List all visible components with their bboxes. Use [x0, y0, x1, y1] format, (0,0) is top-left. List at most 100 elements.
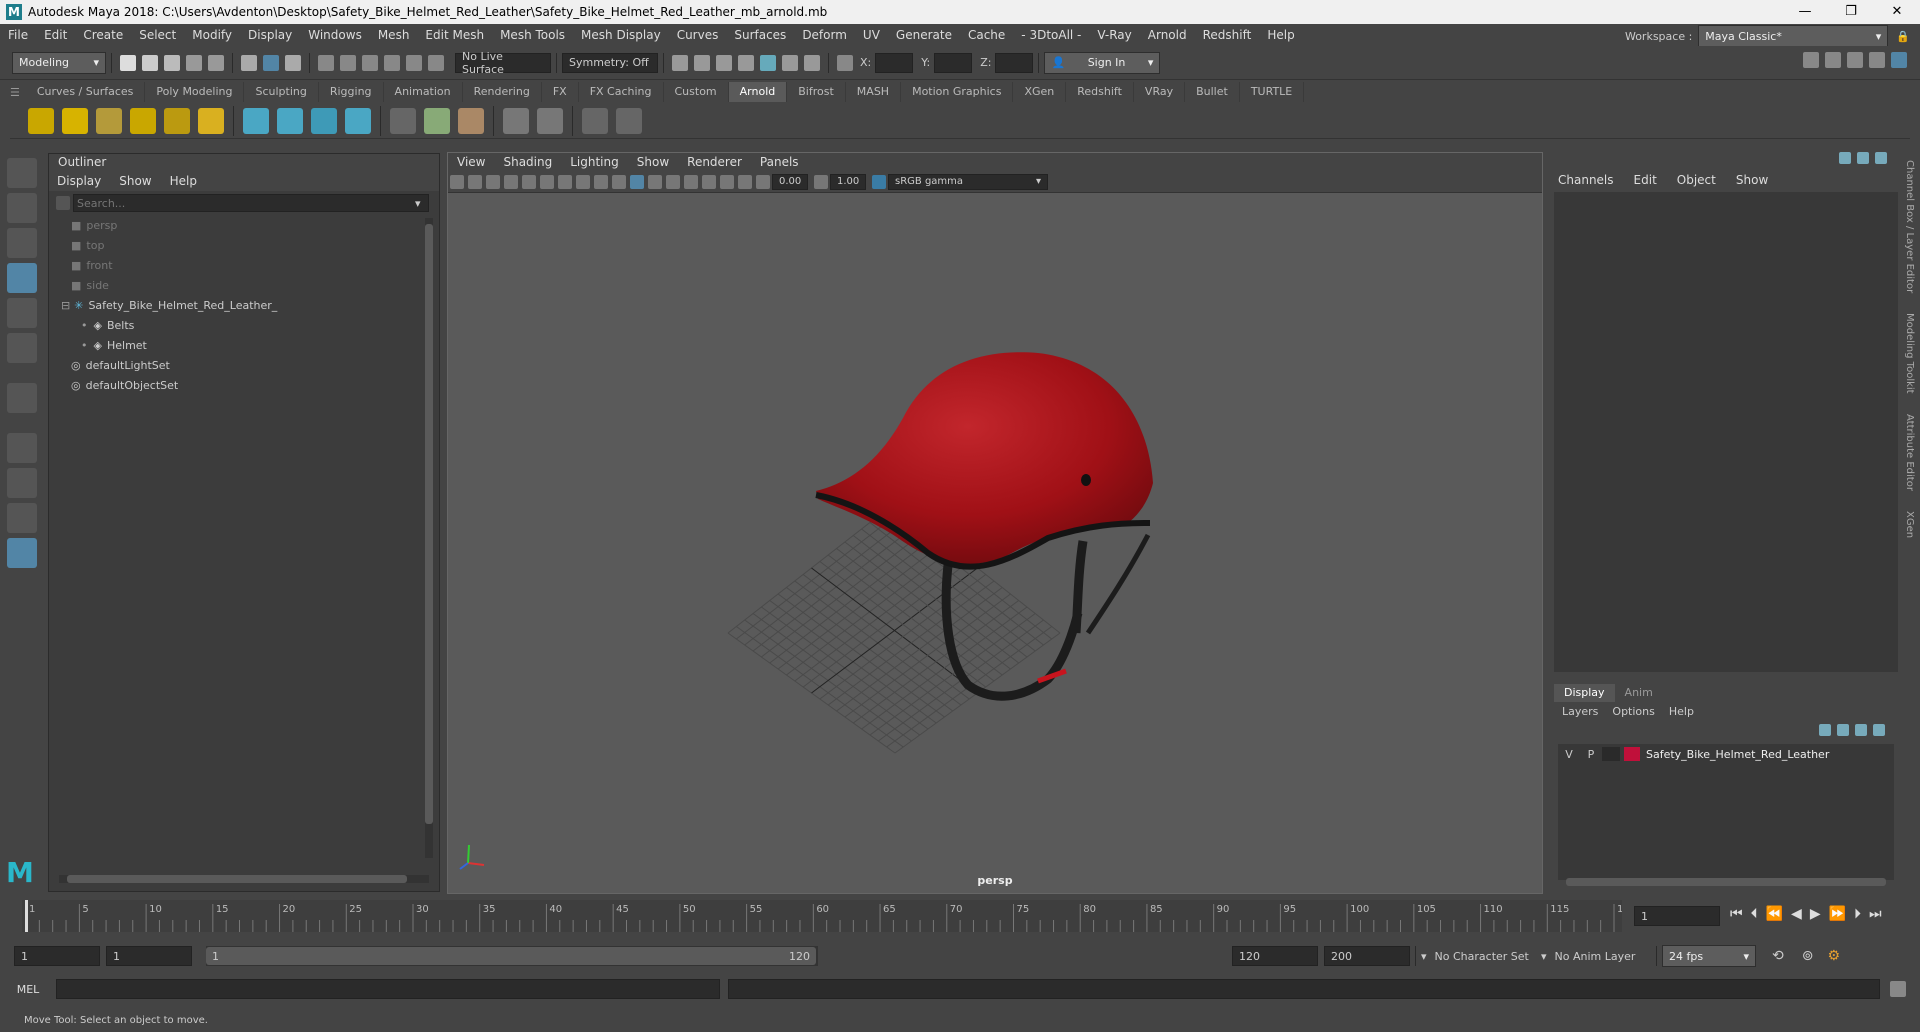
- safe-action-icon[interactable]: [594, 174, 608, 189]
- snap-point-icon[interactable]: [362, 54, 378, 71]
- hscrollbar-thumb[interactable]: [67, 875, 407, 883]
- last-tool-icon[interactable]: [7, 383, 37, 413]
- shelf-tab-poly-modeling[interactable]: Poly Modeling: [145, 82, 245, 102]
- snap-view-icon[interactable]: [384, 54, 400, 71]
- viewport-menu-panels[interactable]: Panels: [751, 155, 808, 169]
- pause-icon[interactable]: [804, 54, 820, 71]
- workspace-dropdown[interactable]: Maya Classic* ▾: [1698, 25, 1889, 47]
- go-to-end-icon[interactable]: ⏭: [1869, 906, 1882, 922]
- arnold-ipr-icon[interactable]: [503, 107, 529, 134]
- outliner-item[interactable]: • ◈ Belts: [49, 315, 439, 335]
- tool-settings-icon[interactable]: [1869, 52, 1885, 68]
- exposure-field[interactable]: 0.00: [772, 173, 808, 190]
- go-to-start-icon[interactable]: ⏮: [1730, 906, 1743, 922]
- rotate-tool-icon[interactable]: [7, 298, 37, 328]
- channel-box-menu-edit[interactable]: Edit: [1634, 173, 1657, 187]
- helmet-mesh[interactable]: [815, 352, 1153, 570]
- layer-visibility-toggle[interactable]: V: [1558, 748, 1580, 761]
- outliner-item[interactable]: ◎ defaultLightSet: [49, 355, 439, 375]
- loop-icon[interactable]: ⟲: [1772, 948, 1784, 964]
- menu-deform[interactable]: Deform: [794, 24, 855, 46]
- menu-v-ray[interactable]: V-Ray: [1089, 24, 1139, 46]
- menu-select[interactable]: Select: [131, 24, 184, 46]
- xray-icon[interactable]: [738, 174, 752, 189]
- lock-icon[interactable]: 🔒: [1896, 30, 1910, 43]
- render-sequence-icon[interactable]: [694, 54, 710, 71]
- image-plane-icon[interactable]: [522, 174, 536, 189]
- paint-select-tool-icon[interactable]: [7, 228, 37, 258]
- outliner-layout-icon[interactable]: [7, 538, 37, 568]
- resolution-gate-icon[interactable]: [576, 174, 590, 189]
- menu-file[interactable]: File: [0, 24, 36, 46]
- arnold-physical-sky-icon[interactable]: [198, 107, 224, 134]
- viewport-menu-view[interactable]: View: [448, 155, 494, 169]
- viewport-menu-show[interactable]: Show: [628, 155, 678, 169]
- playback-start-field[interactable]: 1: [106, 946, 192, 966]
- menu-curves[interactable]: Curves: [669, 24, 727, 46]
- shelf-tab-bullet[interactable]: Bullet: [1185, 82, 1240, 102]
- shelf-tab-mash[interactable]: MASH: [846, 82, 902, 102]
- move-tool-icon[interactable]: [7, 263, 37, 293]
- menu-cache[interactable]: Cache: [960, 24, 1013, 46]
- single-view-icon[interactable]: [7, 433, 37, 463]
- collapse-icon[interactable]: ⊟: [61, 299, 70, 312]
- gamma-field[interactable]: 1.00: [830, 173, 866, 190]
- arnold-standin-icon[interactable]: [243, 107, 269, 134]
- layer-color-swatch[interactable]: [1624, 747, 1640, 761]
- step-back-frame-icon[interactable]: ⏴: [1751, 906, 1758, 922]
- shelf-tab-rendering[interactable]: Rendering: [463, 82, 542, 102]
- outliner-search-input[interactable]: [73, 194, 429, 212]
- minimize-icon[interactable]: —: [1782, 0, 1828, 24]
- animation-start-field[interactable]: 1: [14, 946, 100, 966]
- close-icon[interactable]: ✕: [1874, 0, 1920, 24]
- arnold-flush-icon[interactable]: [424, 107, 450, 134]
- arnold-photometric-light-icon[interactable]: [96, 107, 122, 134]
- shelf-tab-sculpting[interactable]: Sculpting: [244, 82, 319, 102]
- channel-box-icon[interactable]: [1891, 52, 1907, 68]
- menu-mesh-tools[interactable]: Mesh Tools: [492, 24, 573, 46]
- select-component-icon[interactable]: [285, 54, 301, 71]
- range-slider-handle[interactable]: 1 120: [206, 947, 816, 965]
- menu-surfaces[interactable]: Surfaces: [726, 24, 794, 46]
- move-layer-up-icon[interactable]: [1819, 724, 1831, 736]
- isolate-select-icon[interactable]: [720, 174, 734, 189]
- menu-redshift[interactable]: Redshift: [1195, 24, 1260, 46]
- side-tab-modeling-toolkit[interactable]: Modeling Toolkit: [1904, 313, 1915, 394]
- shelf-tab-turtle[interactable]: TURTLE: [1240, 82, 1305, 102]
- camera-attributes-icon[interactable]: [486, 174, 500, 189]
- arnold-area-light-icon[interactable]: [28, 107, 54, 134]
- attribute-editor-icon[interactable]: [1847, 52, 1863, 68]
- arnold-eye-icon[interactable]: [582, 107, 608, 134]
- step-back-key-icon[interactable]: ⏪: [1766, 906, 1783, 922]
- smooth-shade-icon[interactable]: [630, 174, 644, 189]
- outliner-menu-help[interactable]: Help: [170, 174, 197, 188]
- snap-surface-icon[interactable]: [406, 54, 422, 71]
- outliner-item[interactable]: ■ front: [49, 255, 439, 275]
- viewport-menu-lighting[interactable]: Lighting: [561, 155, 628, 169]
- layer-editor-menu-options[interactable]: Options: [1612, 705, 1654, 718]
- character-set-dropdown[interactable]: ▾ No Character Set: [1421, 950, 1531, 963]
- select-camera-icon[interactable]: [450, 174, 464, 189]
- open-scene-icon[interactable]: [142, 54, 158, 71]
- y-field[interactable]: [934, 52, 973, 73]
- lock-camera-icon[interactable]: [468, 174, 482, 189]
- ipr-render-icon[interactable]: [716, 54, 732, 71]
- channel-box-menu-object[interactable]: Object: [1677, 173, 1716, 187]
- outliner-menu-show[interactable]: Show: [119, 174, 151, 188]
- live-surface-field[interactable]: No Live Surface: [455, 50, 551, 76]
- menu-mesh[interactable]: Mesh: [370, 24, 418, 46]
- layer-editor-tab-display[interactable]: Display: [1554, 684, 1615, 702]
- modeling-toolkit-icon[interactable]: [1803, 52, 1819, 68]
- ambient-occlusion-icon[interactable]: [702, 174, 716, 189]
- exposure-icon[interactable]: [756, 174, 770, 189]
- color-management-icon[interactable]: [872, 174, 886, 189]
- arnold-light-portal-icon[interactable]: [164, 107, 190, 134]
- layer-editor-tab-anim[interactable]: Anim: [1615, 684, 1663, 702]
- layer-playback-toggle[interactable]: P: [1580, 748, 1602, 761]
- human-ik-icon[interactable]: [1825, 52, 1841, 68]
- shelf-tab-custom[interactable]: Custom: [664, 82, 729, 102]
- menu-display[interactable]: Display: [240, 24, 300, 46]
- menu-windows[interactable]: Windows: [300, 24, 370, 46]
- snap-magnet-icon[interactable]: [428, 54, 444, 71]
- outliner-menu-display[interactable]: Display: [57, 174, 101, 188]
